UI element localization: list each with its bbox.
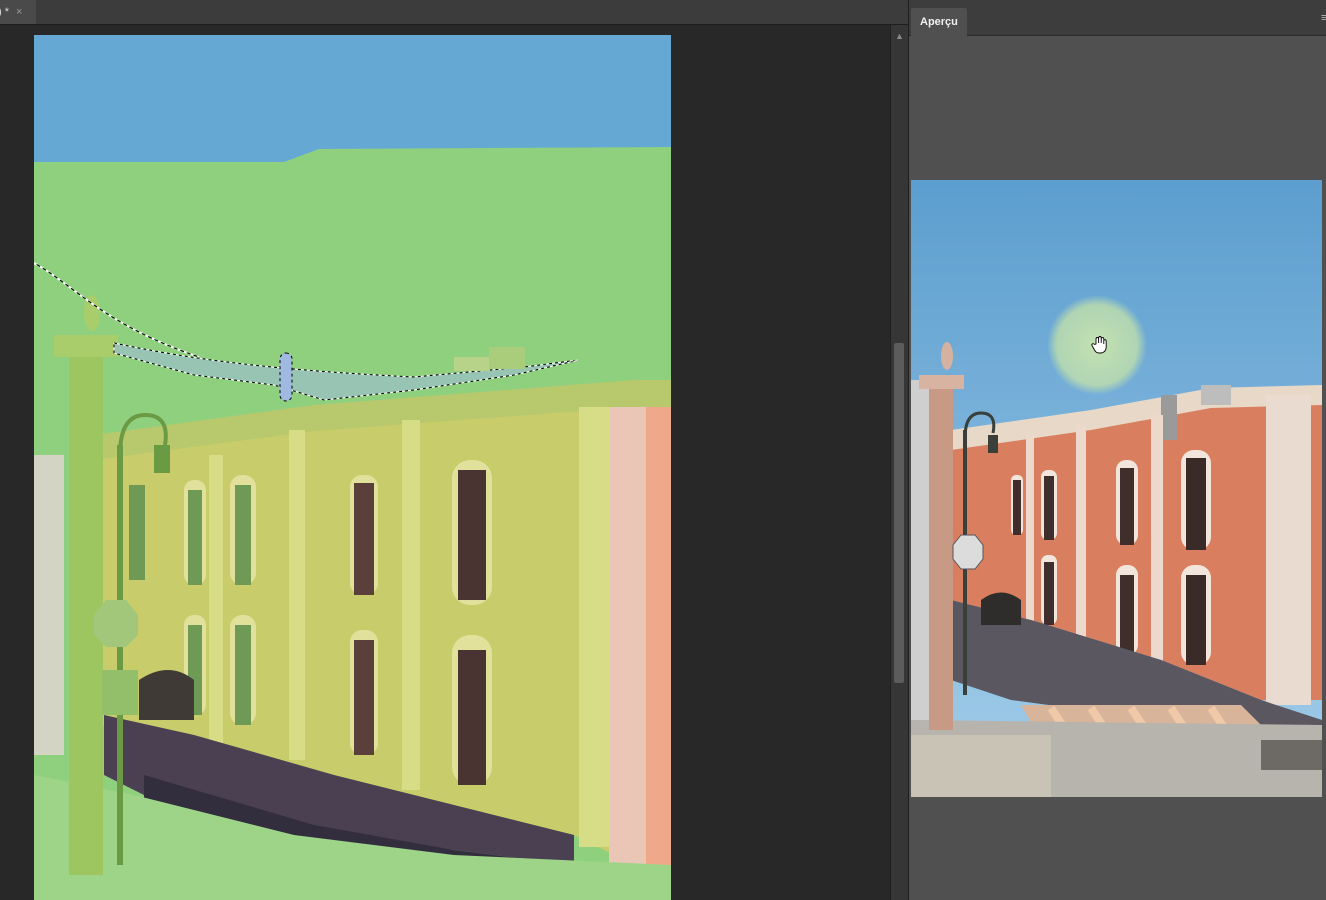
tab-apercu[interactable]: Aperçu (911, 8, 967, 36)
menu-icon[interactable]: ≡ (1321, 12, 1326, 24)
document-canvas-image[interactable] (34, 35, 671, 900)
vertical-scrollbar[interactable]: ▲ (890, 25, 908, 900)
canvas-area[interactable] (0, 25, 890, 900)
document-tab[interactable]: ) * × (0, 0, 36, 24)
preview-panel: Aperçu ≡ (908, 0, 1326, 900)
close-icon[interactable]: × (16, 6, 22, 18)
hand-cursor-icon (1091, 336, 1107, 354)
document-tab-title: ) * (0, 6, 9, 18)
scroll-up-icon[interactable]: ▲ (895, 31, 904, 41)
preview-image[interactable] (911, 180, 1322, 797)
panel-header: Aperçu ≡ (909, 0, 1326, 36)
scrollbar-thumb[interactable] (894, 343, 904, 683)
